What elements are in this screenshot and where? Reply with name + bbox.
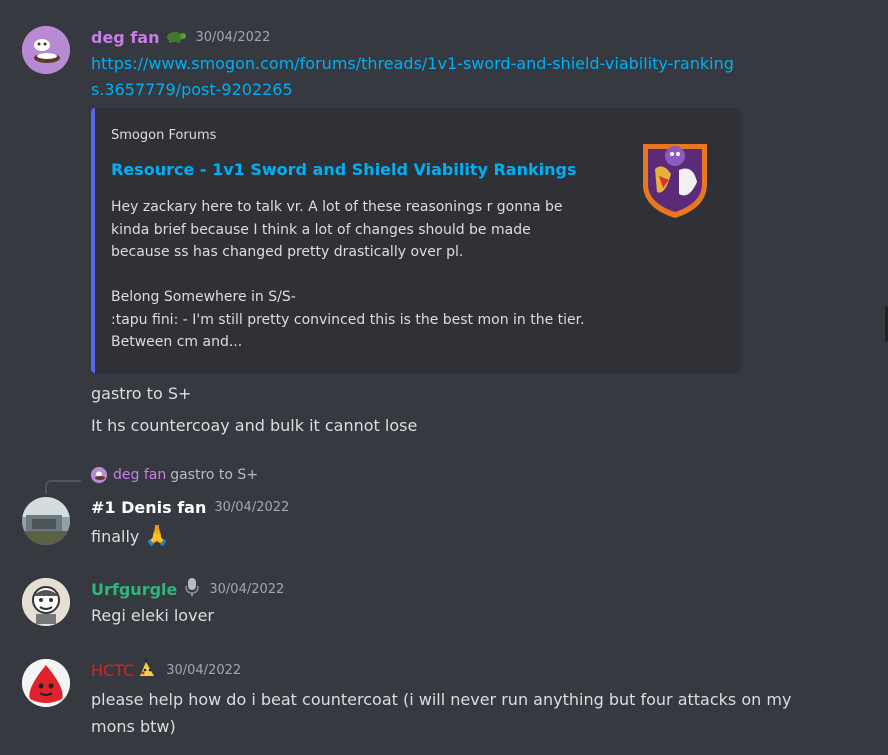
turtle-icon — [165, 28, 187, 47]
microphone-icon — [183, 577, 201, 601]
message-text: please help how do i beat countercoat (i… — [91, 690, 792, 736]
reply-reference[interactable]: deg fan gastro to S+ — [91, 467, 258, 483]
username[interactable]: deg fan — [91, 28, 159, 47]
timestamp: 30/04/2022 — [209, 581, 285, 597]
message-text: It hs countercoay and bulk it cannot los… — [91, 416, 418, 435]
praying-hands-emoji: 🙏 — [144, 523, 170, 547]
avatar[interactable] — [22, 26, 70, 74]
reply-text: gastro to S+ — [170, 467, 259, 483]
avatar-image — [22, 659, 70, 707]
smogon-link[interactable]: https://www.smogon.com/forums/threads/1v… — [91, 51, 741, 103]
smogon-logo-icon[interactable] — [635, 134, 715, 220]
reply-username[interactable]: deg fan — [113, 467, 166, 483]
message-text: Regi eleki lover — [91, 606, 214, 625]
avatar[interactable] — [22, 578, 70, 626]
timestamp: 30/04/2022 — [166, 662, 242, 678]
avatar-image — [22, 578, 70, 626]
username[interactable]: #1 Denis fan — [91, 498, 206, 517]
username[interactable]: Urfgurgle — [91, 580, 177, 599]
reply-avatar — [91, 467, 107, 483]
avatar[interactable] — [22, 497, 70, 545]
embed-provider[interactable]: Smogon Forums — [111, 128, 216, 143]
timestamp: 30/04/2022 — [195, 29, 271, 45]
avatar-image — [22, 497, 70, 545]
message-text: finally — [91, 527, 140, 546]
message-text: gastro to S+ — [91, 384, 192, 403]
username[interactable]: HCTC — [91, 661, 134, 680]
embed-title[interactable]: Resource - 1v1 Sword and Shield Viabilit… — [111, 160, 576, 179]
avatar[interactable] — [22, 659, 70, 707]
timestamp: 30/04/2022 — [214, 499, 290, 515]
reply-connector — [45, 480, 81, 494]
avatar-image — [22, 26, 70, 74]
embed-description: Hey zackary here to talk vr. A lot of th… — [111, 199, 585, 350]
pikachu-icon — [136, 658, 158, 682]
link-embed: Smogon Forums Resource - 1v1 Sword and S… — [91, 108, 741, 373]
